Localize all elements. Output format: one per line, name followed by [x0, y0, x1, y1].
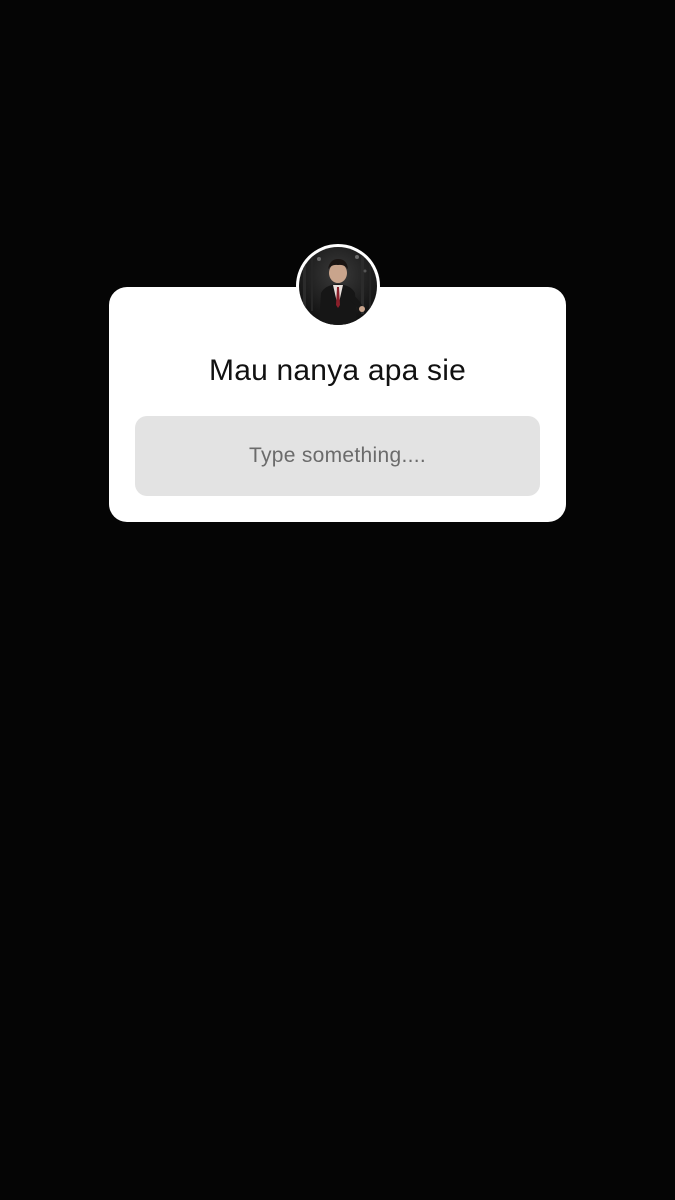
profile-avatar: [296, 244, 380, 328]
question-text: Mau nanya apa sie: [209, 354, 466, 387]
story-screen: Mau nanya apa sie Type something....: [0, 0, 675, 1200]
profile-photo-icon: [299, 247, 377, 325]
answer-placeholder: Type something....: [249, 444, 426, 467]
answer-input[interactable]: Type something....: [135, 416, 540, 496]
